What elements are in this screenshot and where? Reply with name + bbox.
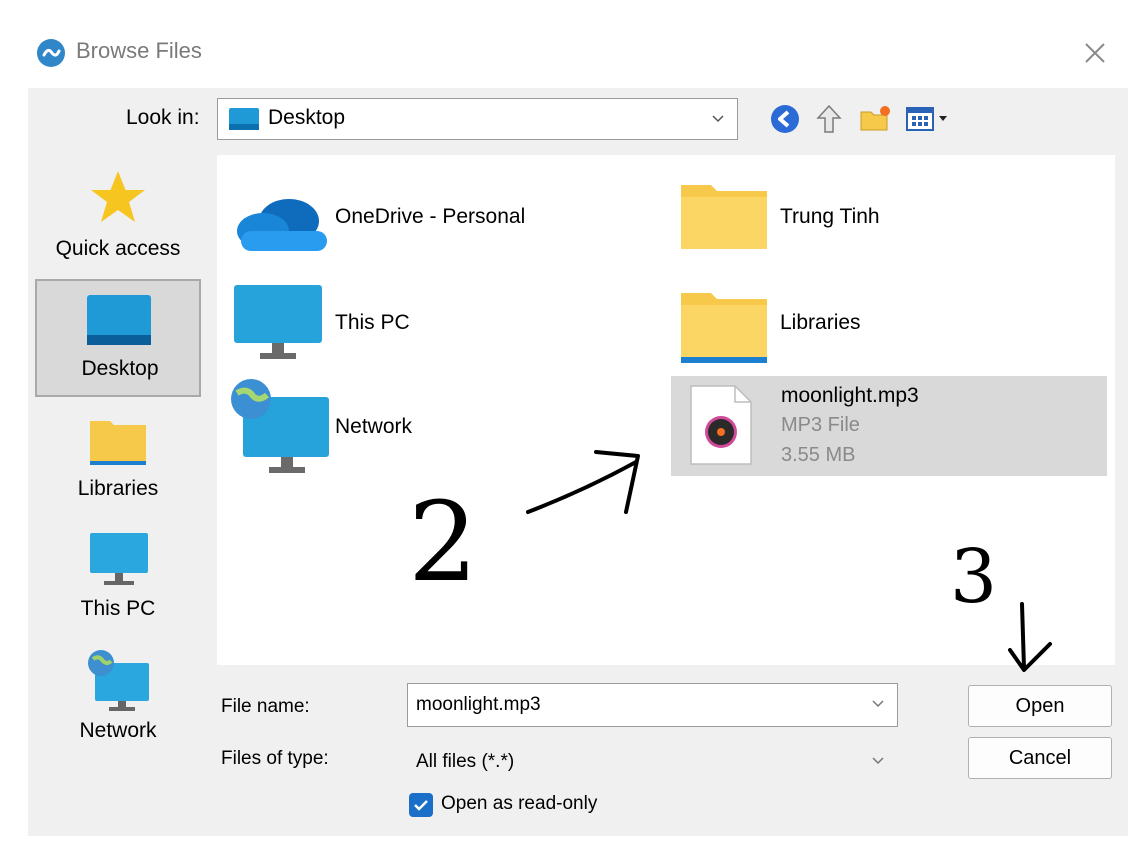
- file-list: OneDrive - Personal Trung Tinh This PC L…: [217, 155, 1115, 665]
- file-name-label: File name:: [221, 696, 310, 717]
- file-name: Network: [335, 415, 413, 438]
- place-quick-access[interactable]: Quick access: [35, 163, 201, 281]
- folder-icon: [681, 293, 767, 363]
- folder-icon: [90, 421, 146, 465]
- place-libraries[interactable]: Libraries: [35, 405, 201, 523]
- file-type-value: All files (*.*): [416, 751, 515, 772]
- title-bar: Browse Files: [0, 0, 1131, 88]
- up-folder-icon[interactable]: [812, 102, 846, 136]
- file-item[interactable]: OneDrive - Personal: [225, 185, 625, 255]
- music-file-icon: [690, 385, 752, 465]
- browse-files-dialog: Browse Files Look in: Desktop Quick acce…: [0, 0, 1131, 847]
- desktop-icon: [87, 295, 151, 345]
- onedrive-icon: [237, 199, 327, 251]
- checkmark-icon: [414, 800, 428, 811]
- place-network[interactable]: Network: [35, 645, 201, 763]
- back-icon[interactable]: [768, 102, 802, 136]
- read-only-label: Open as read-only: [441, 793, 598, 814]
- place-desktop[interactable]: Desktop: [35, 279, 201, 397]
- close-icon[interactable]: [1078, 36, 1112, 70]
- computer-icon: [234, 285, 322, 359]
- file-name: OneDrive - Personal: [335, 205, 526, 228]
- file-name: Libraries: [780, 311, 861, 334]
- file-item[interactable]: This PC: [225, 281, 625, 365]
- chevron-down-icon[interactable]: [869, 694, 887, 712]
- open-button[interactable]: Open: [968, 685, 1112, 727]
- folder-icon: [681, 185, 767, 249]
- file-name-value: moonlight.mp3: [416, 694, 541, 715]
- place-this-pc[interactable]: This PC: [35, 525, 201, 643]
- chevron-down-icon: [712, 115, 724, 123]
- place-label: Network: [79, 719, 157, 742]
- places-bar: Quick access Desktop Libraries This PC N…: [30, 155, 206, 835]
- look-in-label: Look in:: [126, 106, 200, 129]
- file-name: moonlight.mp3: [781, 384, 919, 407]
- network-icon: [231, 379, 329, 473]
- file-size: 3.55 MB: [781, 444, 856, 466]
- window-title: Browse Files: [76, 38, 202, 63]
- place-label: This PC: [80, 597, 156, 620]
- look-in-value: Desktop: [268, 106, 346, 129]
- cancel-button[interactable]: Cancel: [968, 737, 1112, 779]
- file-name: This PC: [335, 311, 410, 334]
- file-item[interactable]: Trung Tinh: [677, 177, 1097, 257]
- chevron-down-icon: [872, 757, 884, 765]
- place-label: Desktop: [81, 357, 159, 380]
- network-icon: [88, 650, 149, 711]
- computer-icon: [90, 533, 148, 585]
- star-icon: [91, 171, 145, 222]
- file-name: Trung Tinh: [780, 205, 880, 228]
- file-type-label: Files of type:: [221, 748, 329, 769]
- file-type: MP3 File: [781, 414, 860, 436]
- file-name-field[interactable]: moonlight.mp3: [407, 683, 898, 727]
- read-only-checkbox[interactable]: [409, 793, 433, 817]
- view-menu-icon[interactable]: [904, 102, 956, 136]
- app-logo-icon: [37, 39, 65, 67]
- file-type-dropdown[interactable]: All files (*.*): [407, 740, 898, 782]
- look-in-dropdown[interactable]: Desktop: [217, 98, 738, 140]
- file-item[interactable]: Libraries: [677, 287, 1097, 367]
- place-label: Quick access: [55, 237, 181, 260]
- place-label: Libraries: [77, 477, 159, 500]
- new-folder-icon[interactable]: [858, 102, 892, 136]
- file-item[interactable]: Network: [225, 375, 625, 475]
- file-item-selected[interactable]: moonlight.mp3 MP3 File 3.55 MB: [671, 376, 1107, 476]
- desktop-icon: [229, 108, 259, 130]
